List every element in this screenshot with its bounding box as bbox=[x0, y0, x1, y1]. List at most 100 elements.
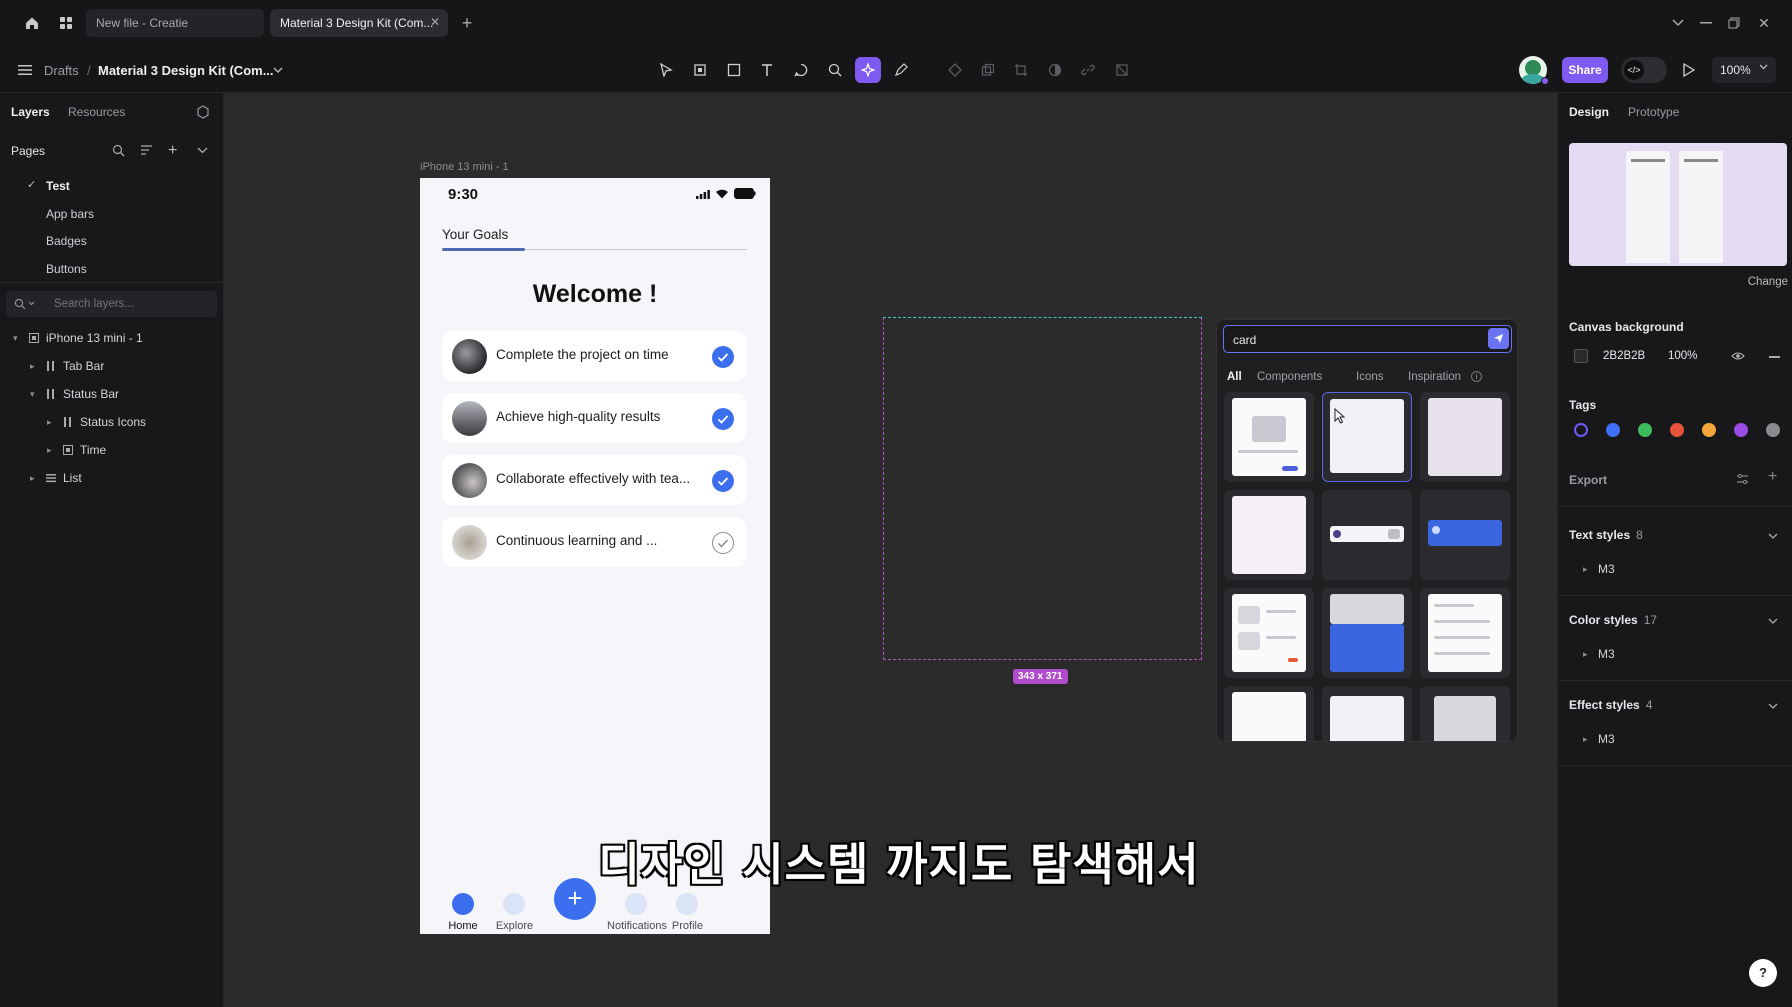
tag-color[interactable] bbox=[1670, 423, 1684, 437]
home-icon[interactable] bbox=[20, 11, 44, 35]
dev-mode-toggle[interactable]: </> bbox=[1621, 57, 1667, 83]
check-circle-icon[interactable] bbox=[712, 346, 734, 368]
layer-item-status-icons[interactable]: Status Icons bbox=[62, 415, 146, 429]
help-button[interactable]: ? bbox=[1749, 959, 1777, 987]
check-circle-icon[interactable] bbox=[712, 408, 734, 430]
text-tool-icon[interactable] bbox=[754, 57, 780, 83]
page-item-badges[interactable]: Badges bbox=[46, 234, 87, 248]
layer-search[interactable] bbox=[6, 291, 217, 317]
chevron-down-icon[interactable] bbox=[265, 57, 291, 83]
color-style-group[interactable]: M3 bbox=[1598, 647, 1615, 661]
tag-color[interactable] bbox=[1606, 423, 1620, 437]
sort-icon[interactable] bbox=[140, 144, 153, 157]
result-thumbnail[interactable] bbox=[1420, 490, 1510, 580]
mask-icon[interactable] bbox=[1042, 57, 1068, 83]
layer-item-time[interactable]: Time bbox=[62, 443, 106, 457]
layer-item-iphone[interactable]: iPhone 13 mini - 1 bbox=[28, 331, 143, 345]
goal-item[interactable]: Collaborate effectively with tea... bbox=[442, 455, 746, 505]
chevron-down-icon[interactable] bbox=[1768, 533, 1778, 539]
filter-inspiration[interactable]: Inspiration bbox=[1408, 371, 1461, 383]
canvas[interactable]: iPhone 13 mini - 1 9:30 Your Goals Welco… bbox=[224, 93, 1557, 1007]
chevron-down-icon[interactable] bbox=[1666, 11, 1690, 35]
goal-item[interactable]: Continuous learning and ... bbox=[442, 517, 746, 567]
chevron-down-icon[interactable] bbox=[1768, 618, 1778, 624]
result-thumbnail[interactable] bbox=[1322, 588, 1412, 678]
caret-right-icon[interactable]: ▸ bbox=[1583, 734, 1588, 745]
frame-label[interactable]: iPhone 13 mini - 1 bbox=[420, 161, 509, 173]
zoom-select[interactable]: 100% bbox=[1712, 57, 1776, 83]
search-input[interactable] bbox=[54, 295, 204, 313]
ai-assistant-icon[interactable] bbox=[855, 57, 881, 83]
home-nav-icon[interactable] bbox=[452, 893, 474, 915]
check-circle-outline-icon[interactable] bbox=[712, 532, 734, 554]
close-icon[interactable]: ✕ bbox=[430, 15, 440, 29]
goal-item[interactable]: Achieve high-quality results bbox=[442, 393, 746, 443]
component-icon[interactable] bbox=[942, 57, 968, 83]
notifications-nav-icon[interactable] bbox=[625, 893, 647, 915]
add-page-icon[interactable]: + bbox=[168, 142, 177, 160]
component-search-field[interactable]: card bbox=[1223, 325, 1512, 353]
nav-explore[interactable]: Explore bbox=[487, 920, 542, 932]
tab-resources[interactable]: Resources bbox=[68, 105, 125, 119]
check-circle-icon[interactable] bbox=[712, 470, 734, 492]
selection-frame[interactable] bbox=[883, 317, 1202, 660]
explore-nav-icon[interactable] bbox=[503, 893, 525, 915]
search-icon[interactable] bbox=[112, 144, 125, 157]
tag-color-selected[interactable] bbox=[1574, 423, 1588, 437]
result-thumbnail[interactable] bbox=[1420, 686, 1510, 741]
tab-your-goals[interactable]: Your Goals bbox=[442, 227, 508, 242]
tag-color[interactable] bbox=[1638, 423, 1652, 437]
page-item-app-bars[interactable]: App bars bbox=[46, 207, 94, 221]
tab-new-file[interactable]: New file - Creatie bbox=[86, 9, 264, 37]
share-button[interactable]: Share bbox=[1562, 57, 1608, 83]
send-icon[interactable] bbox=[1488, 328, 1509, 349]
plugin-icon[interactable] bbox=[196, 105, 210, 119]
result-thumbnail[interactable] bbox=[1322, 490, 1412, 580]
tab-design[interactable]: Design bbox=[1569, 105, 1609, 119]
page-item-buttons[interactable]: Buttons bbox=[46, 262, 87, 276]
tab-material-design-kit[interactable]: Material 3 Design Kit (Com... ✕ bbox=[270, 9, 448, 37]
nav-home[interactable]: Home bbox=[438, 920, 488, 932]
text-style-group[interactable]: M3 bbox=[1598, 562, 1615, 576]
page-item-test[interactable]: Test bbox=[46, 179, 70, 193]
flatten-icon[interactable] bbox=[1109, 57, 1135, 83]
result-thumbnail[interactable] bbox=[1420, 392, 1510, 482]
color-swatch[interactable] bbox=[1574, 349, 1588, 363]
search-tool-icon[interactable] bbox=[822, 57, 848, 83]
tag-color[interactable] bbox=[1702, 423, 1716, 437]
caret-right-icon[interactable]: ▸ bbox=[30, 361, 35, 372]
restore-icon[interactable] bbox=[1722, 11, 1746, 35]
pen-tool-icon[interactable] bbox=[888, 57, 914, 83]
canvas-bg-opacity[interactable]: 100% bbox=[1668, 350, 1697, 362]
settings-sliders-icon[interactable] bbox=[1736, 473, 1749, 485]
change-link[interactable]: Change bbox=[1748, 276, 1788, 288]
nav-notifications[interactable]: Notifications bbox=[602, 920, 672, 932]
result-thumbnail[interactable] bbox=[1420, 588, 1510, 678]
eye-icon[interactable] bbox=[1731, 351, 1745, 361]
result-thumbnail[interactable] bbox=[1322, 686, 1412, 741]
comment-tool-icon[interactable] bbox=[788, 57, 814, 83]
profile-nav-icon[interactable] bbox=[676, 893, 698, 915]
tab-layers[interactable]: Layers bbox=[11, 105, 50, 119]
layer-item-tab-bar[interactable]: Tab Bar bbox=[45, 359, 104, 373]
canvas-bg-hex[interactable]: 2B2B2B bbox=[1603, 350, 1645, 362]
menu-icon[interactable] bbox=[12, 57, 38, 83]
info-icon[interactable]: i bbox=[1471, 371, 1482, 382]
caret-down-icon[interactable]: ▾ bbox=[30, 389, 35, 400]
boolean-icon[interactable] bbox=[975, 57, 1001, 83]
file-name[interactable]: Material 3 Design Kit (Com... bbox=[98, 63, 274, 78]
filter-all[interactable]: All bbox=[1227, 371, 1242, 383]
grid-icon[interactable] bbox=[54, 11, 78, 35]
caret-down-icon[interactable]: ▾ bbox=[13, 333, 18, 344]
result-thumbnail[interactable] bbox=[1224, 686, 1314, 741]
close-window-icon[interactable]: ✕ bbox=[1752, 11, 1776, 35]
chevron-down-icon[interactable] bbox=[197, 147, 208, 154]
caret-right-icon[interactable]: ▸ bbox=[30, 473, 35, 484]
tag-color[interactable] bbox=[1734, 423, 1748, 437]
goal-item[interactable]: Complete the project on time bbox=[442, 331, 746, 381]
breadcrumb-drafts[interactable]: Drafts bbox=[44, 63, 79, 78]
tab-prototype[interactable]: Prototype bbox=[1628, 105, 1679, 119]
caret-right-icon[interactable]: ▸ bbox=[47, 445, 52, 456]
frame-tool-icon[interactable] bbox=[687, 57, 713, 83]
result-thumbnail-selected[interactable] bbox=[1322, 392, 1412, 482]
